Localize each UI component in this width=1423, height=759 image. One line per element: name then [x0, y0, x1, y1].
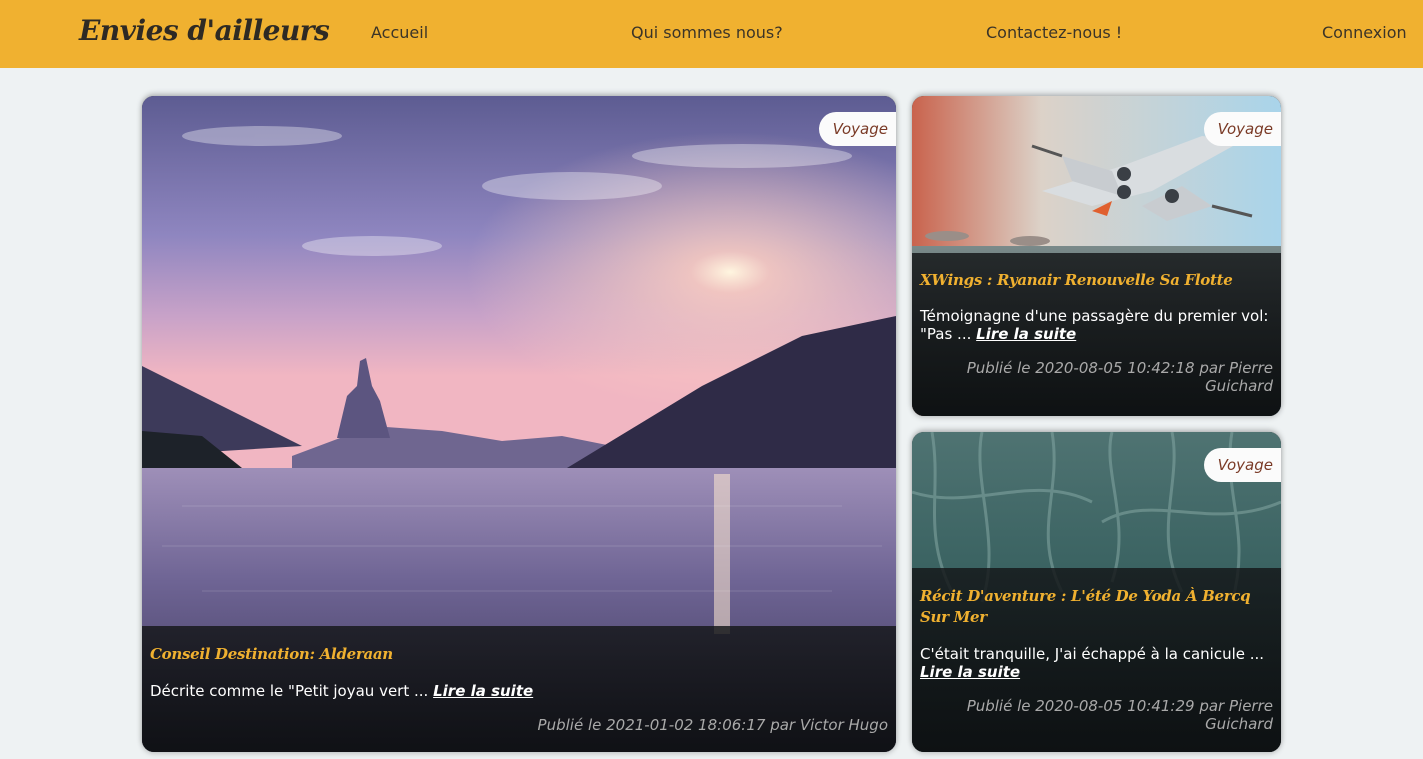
- article-title[interactable]: XWings : Ryanair Renouvelle Sa Flotte: [920, 270, 1273, 291]
- top-navbar: Envies d'ailleurs Accueil Qui sommes nou…: [0, 0, 1423, 68]
- article-meta: Publié le 2021-01-02 18:06:17 par Victor…: [537, 716, 888, 734]
- category-badge[interactable]: Voyage: [1203, 448, 1281, 482]
- article-meta: Publié le 2020-08-05 10:42:18 par Pierre…: [966, 359, 1273, 395]
- article-card-alderaan[interactable]: Voyage Conseil Destination: Alderaan Déc…: [142, 96, 896, 752]
- category-badge[interactable]: Voyage: [818, 112, 896, 146]
- category-badge[interactable]: Voyage: [1203, 112, 1281, 146]
- article-card-yoda[interactable]: Voyage Récit D'aventure : L'été De Yoda …: [912, 432, 1281, 752]
- read-more-link[interactable]: Lire la suite: [976, 325, 1076, 343]
- article-excerpt: C'était tranquille, J'ai échappé à la ca…: [920, 645, 1273, 681]
- nav-link-contact[interactable]: Contactez-nous !: [986, 23, 1122, 42]
- article-card-xwings[interactable]: Voyage XWings : Ryanair Renouvelle Sa Fl…: [912, 96, 1281, 416]
- article-overlay: Récit D'aventure : L'été De Yoda À Bercq…: [912, 568, 1281, 752]
- nav-link-accueil[interactable]: Accueil: [371, 23, 428, 42]
- article-overlay: Conseil Destination: Alderaan Décrite co…: [142, 626, 896, 752]
- read-more-link[interactable]: Lire la suite: [433, 682, 533, 700]
- site-logo[interactable]: Envies d'ailleurs: [79, 14, 330, 47]
- article-title[interactable]: Conseil Destination: Alderaan: [150, 644, 888, 665]
- article-excerpt-text: Décrite comme le "Petit joyau vert ...: [150, 682, 429, 700]
- article-excerpt: Décrite comme le "Petit joyau vert ... L…: [150, 682, 888, 700]
- article-excerpt: Témoignagne d'une passagère du premier v…: [920, 307, 1273, 343]
- article-excerpt-text: Témoignagne d'une passagère du premier v…: [920, 307, 1269, 343]
- article-excerpt-text: C'était tranquille, J'ai échappé à la ca…: [920, 645, 1265, 663]
- nav-link-connexion[interactable]: Connexion: [1322, 23, 1407, 42]
- nav-link-qui-sommes-nous[interactable]: Qui sommes nous?: [631, 23, 783, 42]
- read-more-link[interactable]: Lire la suite: [920, 663, 1020, 681]
- article-meta: Publié le 2020-08-05 10:41:29 par Pierre…: [966, 697, 1273, 733]
- article-overlay: XWings : Ryanair Renouvelle Sa Flotte Té…: [912, 253, 1281, 416]
- article-title[interactable]: Récit D'aventure : L'été De Yoda À Bercq…: [920, 586, 1273, 628]
